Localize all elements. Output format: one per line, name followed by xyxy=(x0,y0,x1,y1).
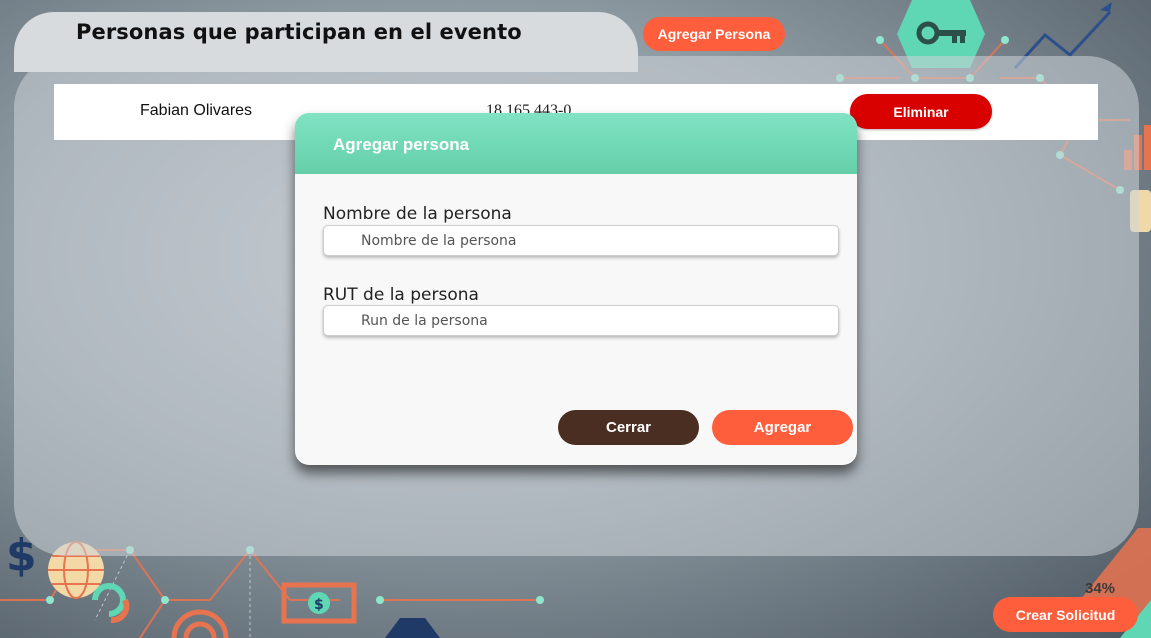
svg-text:$: $ xyxy=(314,597,324,613)
submit-add-button[interactable]: Agregar xyxy=(712,410,853,445)
add-person-button[interactable]: Agregar Persona xyxy=(643,17,785,51)
refresh-icon xyxy=(92,583,130,624)
rut-field-label: RUT de la persona xyxy=(323,285,479,305)
modal-header: Agregar persona xyxy=(295,113,857,174)
add-person-modal: Agregar persona Nombre de la persona RUT… xyxy=(295,113,857,465)
participant-name: Fabian Olivares xyxy=(140,102,253,119)
target-icon xyxy=(171,609,229,638)
delete-participant-button[interactable]: Eliminar xyxy=(850,94,992,129)
create-request-button[interactable]: Crear Solicitud xyxy=(993,597,1138,632)
page-title: Personas que participan en el evento xyxy=(76,20,522,44)
name-field-label: Nombre de la persona xyxy=(323,204,512,224)
rut-input[interactable] xyxy=(323,305,839,336)
progress-percentage: 34% xyxy=(1085,580,1116,597)
name-input[interactable] xyxy=(323,225,839,256)
modal-title: Agregar persona xyxy=(333,135,470,154)
banknote-icon: $ xyxy=(281,582,357,624)
close-button[interactable]: Cerrar xyxy=(558,410,699,445)
